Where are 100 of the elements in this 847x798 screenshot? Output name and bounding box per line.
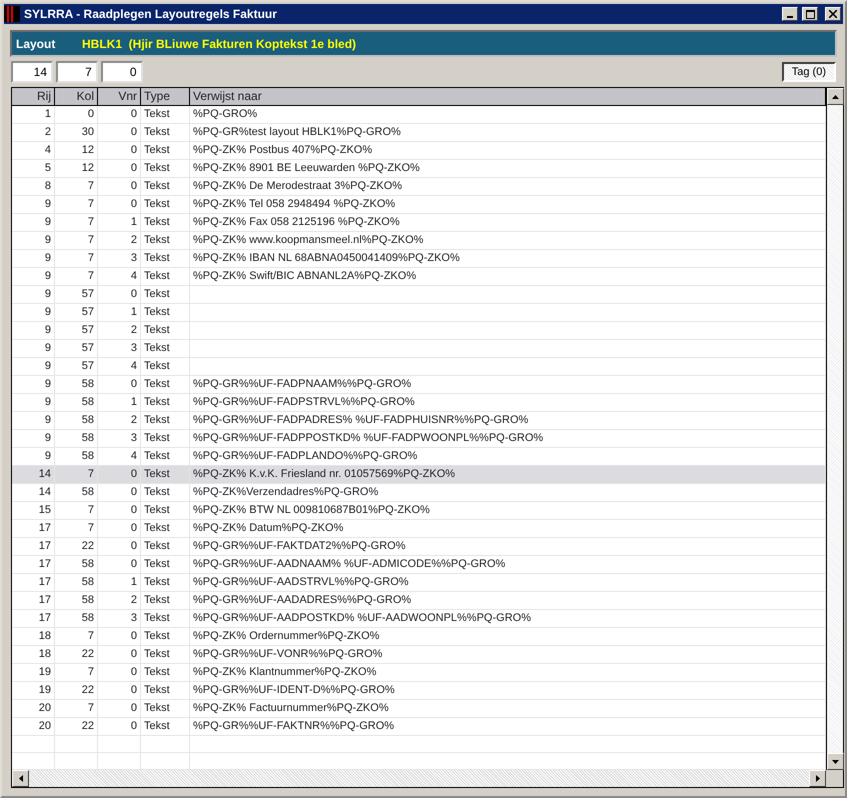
maximize-button[interactable]	[802, 7, 818, 21]
table-cell: %PQ-GR%%UF-VONR%%PQ-GRO%	[190, 646, 826, 664]
table-cell: 2	[98, 322, 141, 340]
vertical-scrollbar[interactable]	[826, 88, 843, 770]
number-field[interactable]: 14	[11, 61, 53, 83]
minimize-button[interactable]	[782, 7, 798, 21]
table-cell: Tekst	[141, 340, 190, 358]
table-cell: 2	[98, 232, 141, 250]
table-cell: 57	[55, 358, 98, 376]
scroll-left-button[interactable]	[12, 770, 29, 787]
table-cell: 58	[55, 376, 98, 394]
scroll-right-button[interactable]	[809, 770, 826, 787]
table-cell: 1	[98, 394, 141, 412]
close-button[interactable]	[825, 7, 841, 21]
table-cell: 2	[12, 124, 55, 142]
table-cell: 7	[55, 520, 98, 538]
table-cell: 9	[12, 394, 55, 412]
table-cell: Tekst	[141, 610, 190, 628]
table-cell: %PQ-GR%%UF-AADSTRVL%%PQ-GRO%	[190, 574, 826, 592]
table-cell: Tekst	[141, 466, 190, 484]
table-cell: 7	[55, 196, 98, 214]
table-cell: 7	[55, 178, 98, 196]
table-cell: 57	[55, 340, 98, 358]
table-cell: 20	[12, 700, 55, 718]
column-header[interactable]: Vnr	[98, 88, 141, 106]
close-icon	[829, 10, 837, 18]
table-cell: 17	[12, 574, 55, 592]
table-cell: %PQ-ZK% BTW NL 009810687B01%PQ-ZKO%	[190, 502, 826, 520]
table-cell: 3	[98, 430, 141, 448]
table-cell: 1	[12, 106, 55, 124]
table-cell: 0	[98, 178, 141, 196]
table-cell: Tekst	[141, 628, 190, 646]
empty-cell	[98, 736, 141, 753]
empty-cell	[55, 736, 98, 753]
table-cell: 22	[55, 718, 98, 736]
table-cell: Tekst	[141, 592, 190, 610]
table-cell: 9	[12, 268, 55, 286]
table-cell: 58	[55, 484, 98, 502]
column-header[interactable]: Type	[141, 88, 190, 106]
table-cell: 9	[12, 340, 55, 358]
table-cell: 9	[12, 322, 55, 340]
table-cell: Tekst	[141, 178, 190, 196]
empty-cell	[12, 736, 55, 753]
tag-button[interactable]: Tag (0)	[782, 62, 836, 82]
table-cell: 0	[98, 502, 141, 520]
table-cell: Tekst	[141, 106, 190, 124]
table-cell: 58	[55, 412, 98, 430]
table-cell: 9	[12, 358, 55, 376]
table-cell: %PQ-GR%test layout HBLK1%PQ-GRO%	[190, 124, 826, 142]
table-cell: 4	[98, 268, 141, 286]
table-cell: Tekst	[141, 142, 190, 160]
left-arrow-icon	[18, 775, 22, 782]
table-cell: 0	[98, 520, 141, 538]
table-cell: Tekst	[141, 520, 190, 538]
table-cell: %PQ-GR%%UF-AADPOSTKD% %UF-AADWOONPL%%PQ-GRO%	[190, 610, 826, 628]
table-cell: 4	[98, 358, 141, 376]
column-header[interactable]: Verwijst naar	[190, 88, 826, 106]
number-field[interactable]: 7	[56, 61, 98, 83]
table-cell: 17	[12, 520, 55, 538]
scroll-up-button[interactable]	[827, 88, 844, 105]
table-cell: 0	[98, 160, 141, 178]
table-cell: 7	[55, 250, 98, 268]
table-cell: 57	[55, 286, 98, 304]
scroll-down-button[interactable]	[827, 753, 844, 770]
table-cell: %PQ-ZK% Ordernummer%PQ-ZKO%	[190, 628, 826, 646]
table-cell: Tekst	[141, 160, 190, 178]
table-cell: %PQ-GR%%UF-FAKTDAT2%%PQ-GRO%	[190, 538, 826, 556]
table-cell: %PQ-ZK%Verzendadres%PQ-GRO%	[190, 484, 826, 502]
table-cell: Tekst	[141, 286, 190, 304]
table-cell: 14	[12, 466, 55, 484]
table-cell: 0	[98, 682, 141, 700]
window-title: SYLRRA - Raadplegen Layoutregels Faktuur	[24, 6, 278, 23]
table-cell: 57	[55, 322, 98, 340]
table-cell: %PQ-ZK% Klantnummer%PQ-ZKO%	[190, 664, 826, 682]
table-cell: 5	[12, 160, 55, 178]
table-cell: Tekst	[141, 376, 190, 394]
horizontal-scrollbar[interactable]	[12, 770, 826, 787]
column-header[interactable]: Kol	[55, 88, 98, 106]
table-cell: 7	[55, 502, 98, 520]
table-cell: 0	[98, 556, 141, 574]
table-cell: 12	[55, 142, 98, 160]
table-cell: 0	[98, 718, 141, 736]
table-cell: 58	[55, 592, 98, 610]
app-icon	[4, 6, 20, 22]
table-cell: Tekst	[141, 196, 190, 214]
table-cell: %PQ-ZK% Factuurnummer%PQ-ZKO%	[190, 700, 826, 718]
table-cell: %PQ-ZK% Fax 058 2125196 %PQ-ZKO%	[190, 214, 826, 232]
table-cell: %PQ-GR%%UF-FADPADRES% %UF-FADPHUISNR%%PQ-GRO%	[190, 412, 826, 430]
table-cell: 14	[12, 484, 55, 502]
table-cell: 0	[98, 700, 141, 718]
table-cell: Tekst	[141, 502, 190, 520]
table-cell: Tekst	[141, 484, 190, 502]
column-header[interactable]: Rij	[12, 88, 55, 106]
table-cell: 7	[55, 268, 98, 286]
table-cell: %PQ-ZK% K.v.K. Friesland nr. 01057569%PQ-ZKO%	[190, 466, 826, 484]
number-field[interactable]: 0	[100, 61, 142, 83]
table-cell: Tekst	[141, 646, 190, 664]
table-cell: %PQ-ZK% De Merodestraat 3%PQ-ZKO%	[190, 178, 826, 196]
table-cell: Tekst	[141, 250, 190, 268]
table-cell: 0	[98, 646, 141, 664]
